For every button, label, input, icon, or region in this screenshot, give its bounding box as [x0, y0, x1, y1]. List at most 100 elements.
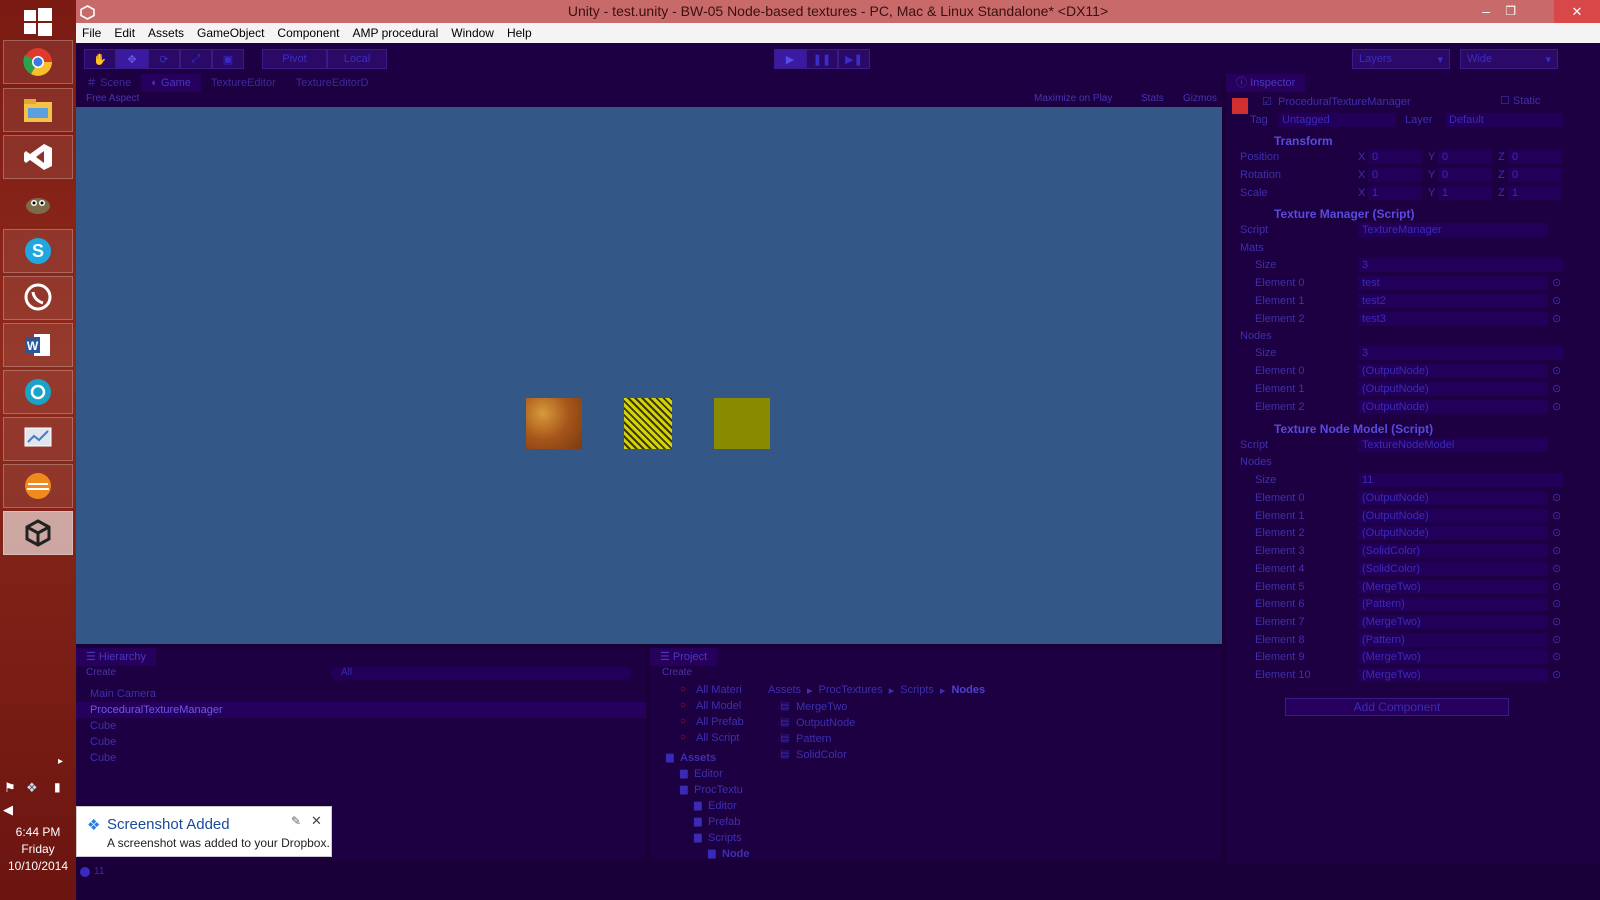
- nm-nodes-object-picker-icon[interactable]: ⊙: [1552, 490, 1561, 506]
- tray-flag-icon[interactable]: ⚑: [4, 780, 16, 796]
- nm-nodes-object-picker-icon[interactable]: ⊙: [1552, 561, 1561, 577]
- vlc-icon[interactable]: [3, 464, 73, 508]
- skype-icon[interactable]: S: [3, 229, 73, 273]
- nm-nodes-element-field[interactable]: (SolidColor): [1358, 544, 1548, 559]
- nm-nodes-size-field[interactable]: 11: [1358, 473, 1563, 487]
- nm-nodes-element-field[interactable]: (SolidColor): [1358, 561, 1548, 576]
- rotate-tool-icon[interactable]: ⟳: [148, 49, 180, 69]
- transform-header[interactable]: Transform: [1274, 133, 1333, 149]
- nm-nodes-foldout[interactable]: Nodes: [1240, 454, 1272, 470]
- hierarchy-search-input[interactable]: All: [331, 667, 631, 680]
- clock-time[interactable]: 6:44 PM: [0, 825, 76, 839]
- tab-texture-editor[interactable]: TextureEditor: [201, 74, 286, 92]
- word-icon[interactable]: W: [3, 323, 73, 367]
- project-folder[interactable]: Prefab: [708, 816, 750, 828]
- tm-mats-foldout[interactable]: Mats: [1240, 240, 1264, 256]
- viber-icon[interactable]: [3, 276, 73, 320]
- transform-position-x-field[interactable]: 0: [1368, 150, 1422, 164]
- menu-component[interactable]: Component: [277, 26, 339, 40]
- project-folder[interactable]: Assets: [680, 752, 750, 764]
- static-checkbox[interactable]: ☐ Static: [1500, 93, 1540, 109]
- menu-edit[interactable]: Edit: [114, 26, 135, 40]
- maximize-on-play-toggle[interactable]: Maximize on Play: [1034, 93, 1112, 104]
- crumb-assets[interactable]: Assets: [768, 684, 801, 697]
- pivot-toggle[interactable]: Pivot: [262, 49, 327, 69]
- tray-dropbox-icon[interactable]: ❖: [26, 780, 38, 796]
- nm-nodes-element-field[interactable]: (OutputNode): [1358, 491, 1548, 505]
- nm-nodes-object-picker-icon[interactable]: ⊙: [1552, 596, 1561, 612]
- menu-gameobject[interactable]: GameObject: [197, 26, 264, 40]
- tm-nodes-element-field[interactable]: (OutputNode): [1358, 400, 1548, 414]
- chrome-icon[interactable]: [3, 40, 73, 84]
- hierarchy-item[interactable]: ProceduralTextureManager: [76, 702, 646, 718]
- nm-nodes-element-field[interactable]: (Pattern): [1358, 597, 1548, 612]
- file-explorer-icon[interactable]: [3, 88, 73, 132]
- object-name-field[interactable]: ProceduralTextureManager: [1278, 94, 1411, 110]
- hand-tool-icon[interactable]: ✋: [84, 49, 116, 69]
- app-icon[interactable]: [3, 370, 73, 414]
- restore-icon[interactable]: ❐: [1505, 0, 1516, 23]
- project-favorite[interactable]: All Prefab: [696, 716, 750, 728]
- tm-nodes-foldout[interactable]: Nodes: [1240, 328, 1272, 344]
- scale-tool-icon[interactable]: ⤢: [180, 49, 212, 69]
- layer-dropdown[interactable]: Default: [1445, 113, 1563, 127]
- crumb-scripts[interactable]: Scripts: [900, 684, 934, 697]
- play-button[interactable]: ▶: [774, 49, 806, 69]
- project-folder[interactable]: Editor: [708, 800, 750, 812]
- toast-close-icon[interactable]: ✕: [311, 813, 322, 829]
- tab-inspector[interactable]: ⓘ Inspector: [1226, 74, 1306, 92]
- nm-nodes-element-field[interactable]: (MergeTwo): [1358, 668, 1548, 682]
- transform-position-z-field[interactable]: 0: [1508, 150, 1562, 164]
- tm-nodes-element-field[interactable]: (OutputNode): [1358, 382, 1548, 396]
- tab-game[interactable]: ◐ Game: [141, 74, 201, 92]
- menu-help[interactable]: Help: [507, 26, 532, 40]
- nm-nodes-object-picker-icon[interactable]: ⊙: [1552, 543, 1561, 559]
- nm-nodes-element-field[interactable]: (MergeTwo): [1358, 579, 1548, 594]
- project-folder[interactable]: Scripts: [708, 832, 750, 844]
- status-count[interactable]: 11: [94, 866, 104, 877]
- project-file[interactable]: MergeTwo: [796, 701, 847, 713]
- menu-assets[interactable]: Assets: [148, 26, 184, 40]
- layout-dropdown[interactable]: Wide ▾: [1460, 49, 1558, 69]
- project-favorite[interactable]: All Script: [696, 732, 750, 744]
- transform-position-y-field[interactable]: 0: [1438, 150, 1492, 164]
- pin-icon[interactable]: ✎: [291, 814, 301, 828]
- nm-nodes-element-field[interactable]: (MergeTwo): [1358, 614, 1548, 629]
- move-tool-icon[interactable]: ✥: [116, 49, 148, 69]
- tm-nodes-object-picker-icon[interactable]: ⊙: [1552, 363, 1561, 379]
- close-icon[interactable]: ✕: [1554, 0, 1600, 23]
- visual-studio-icon[interactable]: [3, 135, 73, 179]
- project-folder[interactable]: Node: [722, 848, 750, 860]
- stats-toggle[interactable]: Stats: [1141, 93, 1164, 104]
- aspect-dropdown[interactable]: Free Aspect: [86, 93, 139, 104]
- nm-nodes-object-picker-icon[interactable]: ⊙: [1552, 667, 1561, 683]
- tm-mats-object-picker-icon[interactable]: ⊙: [1552, 311, 1561, 327]
- tm-mats-element-field[interactable]: test2: [1358, 294, 1548, 308]
- unity-icon[interactable]: [3, 511, 73, 555]
- nm-nodes-element-field[interactable]: (OutputNode): [1358, 526, 1548, 541]
- windows-start-icon[interactable]: [22, 6, 54, 38]
- project-favorite[interactable]: All Model: [696, 700, 750, 712]
- step-button[interactable]: ▶❚: [838, 49, 870, 69]
- tm-mats-size-field[interactable]: 3: [1358, 258, 1563, 272]
- tray-expand-icon[interactable]: ▸: [58, 756, 63, 767]
- menu-file[interactable]: File: [82, 26, 101, 40]
- hierarchy-item[interactable]: Main Camera: [76, 686, 646, 702]
- tab-project[interactable]: ☰ Project: [650, 648, 718, 666]
- nm-nodes-object-picker-icon[interactable]: ⊙: [1552, 632, 1561, 648]
- nm-nodes-object-picker-icon[interactable]: ⊙: [1552, 649, 1561, 665]
- tm-mats-element-field[interactable]: test: [1358, 276, 1548, 290]
- active-checkbox[interactable]: ☑: [1262, 94, 1272, 110]
- hierarchy-item[interactable]: Cube: [76, 750, 646, 766]
- rect-tool-icon[interactable]: ▣: [212, 49, 244, 69]
- transform-scale-x-field[interactable]: 1: [1368, 186, 1422, 200]
- presentation-icon[interactable]: [3, 417, 73, 461]
- nm-script-field[interactable]: TextureNodeModel: [1358, 438, 1548, 452]
- local-toggle[interactable]: Local: [327, 49, 387, 69]
- nm-nodes-object-picker-icon[interactable]: ⊙: [1552, 614, 1561, 630]
- hierarchy-item[interactable]: Cube: [76, 734, 646, 750]
- transform-scale-y-field[interactable]: 1: [1438, 186, 1492, 200]
- tm-nodes-size-field[interactable]: 3: [1358, 346, 1563, 360]
- layers-dropdown[interactable]: Layers ▾: [1352, 49, 1450, 69]
- gizmos-dropdown[interactable]: Gizmos: [1183, 93, 1217, 104]
